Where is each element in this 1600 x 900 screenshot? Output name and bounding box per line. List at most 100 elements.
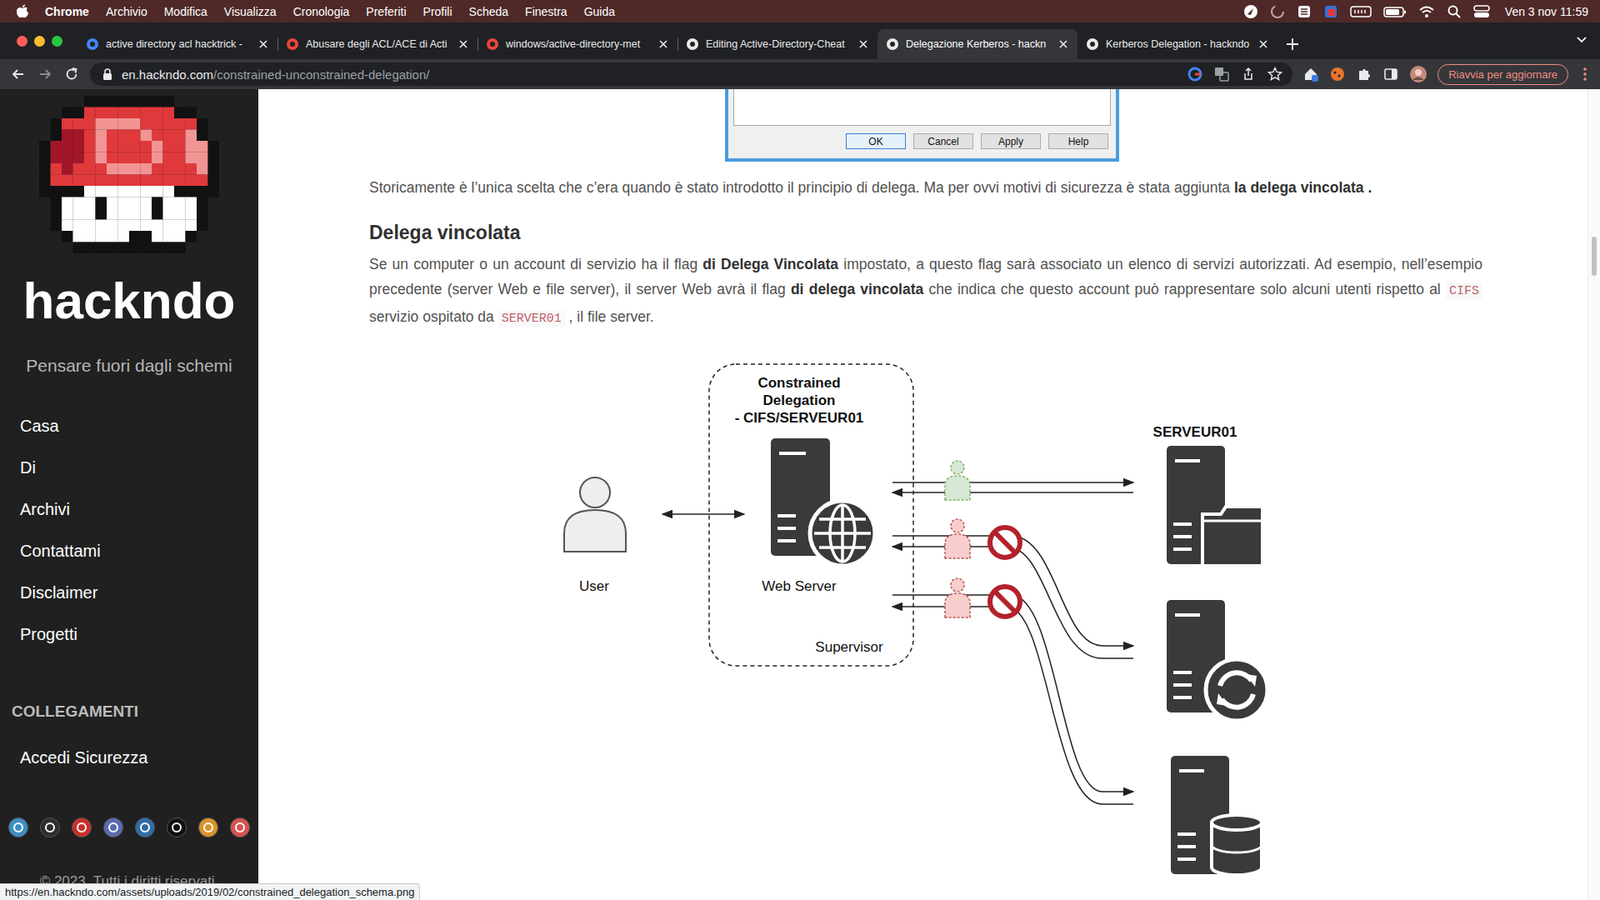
apple-icon[interactable] bbox=[16, 4, 29, 19]
menu-item[interactable]: Profili bbox=[423, 5, 453, 19]
nav-link[interactable]: Progetti bbox=[0, 613, 259, 655]
browser-tab[interactable]: active directory acl hacktrick - bbox=[77, 29, 278, 60]
user-icon bbox=[564, 477, 626, 552]
menu-item[interactable]: Modifica bbox=[164, 5, 208, 19]
site-tagline: Pensare fuori dagli schemi bbox=[0, 353, 259, 379]
nav-link[interactable]: Disclaimer bbox=[0, 571, 259, 614]
menu-item[interactable]: Guida bbox=[584, 5, 615, 19]
favicon-icon bbox=[85, 37, 100, 51]
menu-app[interactable]: Chrome bbox=[45, 5, 90, 19]
mushroom-logo-icon[interactable] bbox=[39, 95, 220, 254]
translate-icon[interactable] bbox=[1214, 66, 1230, 82]
browser-tab[interactable]: Editing Active-Directory-Cheat bbox=[677, 29, 878, 60]
close-tab-icon[interactable] bbox=[257, 38, 270, 50]
social-icon[interactable] bbox=[8, 817, 29, 838]
social-icon[interactable] bbox=[198, 817, 219, 838]
back-icon[interactable] bbox=[10, 65, 27, 83]
browser-tab[interactable]: windows/active-directory-met bbox=[477, 29, 678, 60]
control-center-icon[interactable] bbox=[1473, 4, 1490, 20]
social-icon[interactable] bbox=[230, 817, 250, 838]
favicon-icon bbox=[1085, 37, 1100, 51]
tab-search-icon[interactable] bbox=[1575, 32, 1589, 46]
bookmark-star-icon[interactable] bbox=[1267, 66, 1283, 82]
grid-icon[interactable] bbox=[1296, 4, 1312, 20]
dialog-screenshot: OKCancelApplyHelp bbox=[725, 89, 1120, 162]
nav-link[interactable]: Di bbox=[0, 446, 259, 489]
web-page: hackndo Pensare fuori dagli schemi CasaD… bbox=[0, 89, 1600, 900]
menu-item[interactable]: Scheda bbox=[469, 5, 509, 19]
wifi-icon[interactable] bbox=[1418, 4, 1435, 20]
social-icon[interactable] bbox=[40, 817, 60, 838]
box-title: Delegation bbox=[763, 392, 836, 409]
clock[interactable]: Ven 3 nov 11:59 bbox=[1505, 5, 1589, 19]
scrollbar-thumb[interactable] bbox=[1591, 236, 1597, 276]
browser-tab[interactable]: Abusare degli ACL/ACE di Acti bbox=[277, 29, 478, 60]
browser-tab[interactable]: Delegazione Kerberos - hackn bbox=[877, 29, 1078, 60]
scrollbar[interactable] bbox=[1587, 89, 1600, 900]
close-tab-icon[interactable] bbox=[657, 38, 670, 50]
close-window-button[interactable] bbox=[16, 35, 28, 47]
delegation-request bbox=[892, 519, 1134, 659]
reload-icon[interactable] bbox=[63, 65, 80, 83]
google-icon[interactable] bbox=[1187, 66, 1203, 82]
menu-item[interactable]: Visualizza bbox=[224, 5, 277, 19]
nav-link[interactable]: Casa bbox=[0, 405, 259, 447]
close-tab-icon[interactable] bbox=[1057, 38, 1070, 50]
close-tab-icon[interactable] bbox=[1257, 38, 1270, 50]
links-heading: COLLEGAMENTI bbox=[0, 699, 259, 725]
box-title: - CIFS/SERVEUR01 bbox=[735, 410, 865, 426]
social-icon[interactable] bbox=[135, 817, 155, 838]
zoom-window-button[interactable] bbox=[51, 35, 63, 47]
user-label: User bbox=[579, 578, 610, 595]
update-button[interactable]: Riavvia per aggiornare bbox=[1437, 64, 1569, 85]
dialog-button: Help bbox=[1048, 133, 1109, 150]
section-heading: Delega vincolata bbox=[369, 219, 1483, 246]
menu-item[interactable]: Cronologia bbox=[293, 5, 350, 19]
menu-bar: Chrome Archivio Modifica Visualizza Cronolo… bbox=[0, 0, 1600, 23]
display-icon[interactable] bbox=[1350, 4, 1372, 20]
dialog-button: OK bbox=[845, 133, 906, 150]
tab-bar: active directory acl hacktrick - Abusare… bbox=[0, 22, 1600, 60]
share-icon[interactable] bbox=[1240, 66, 1256, 82]
social-icon[interactable] bbox=[103, 817, 124, 838]
menu-kebab-icon[interactable] bbox=[1578, 65, 1592, 83]
address-bar[interactable]: en.hackndo.com/constrained-unconstrained… bbox=[90, 62, 1293, 86]
tab-label: Delegazione Kerberos - hackn bbox=[905, 38, 1051, 50]
social-icon[interactable] bbox=[166, 817, 187, 838]
nav-link[interactable]: Contattami bbox=[0, 530, 259, 572]
app-icon[interactable] bbox=[1323, 4, 1339, 20]
paragraph: Se un computer o un account di servizio … bbox=[369, 251, 1483, 332]
site-title[interactable]: hackndo bbox=[0, 271, 259, 330]
menu-item[interactable]: Archivio bbox=[105, 5, 148, 19]
database-server-icon bbox=[1170, 755, 1262, 875]
delegation-request bbox=[892, 578, 1134, 805]
status-icon[interactable] bbox=[1243, 4, 1259, 20]
extensions-puzzle-icon[interactable] bbox=[1355, 65, 1373, 83]
menu-item[interactable]: Finestra bbox=[525, 5, 568, 19]
extension-home-icon[interactable] bbox=[1302, 65, 1320, 83]
forward-icon[interactable] bbox=[36, 65, 54, 83]
profile-avatar-icon[interactable] bbox=[1409, 65, 1428, 84]
constrained-delegation-diagram[interactable]: ConstrainedDelegation- CIFS/SERVEUR01Web… bbox=[369, 359, 1478, 885]
close-tab-icon[interactable] bbox=[457, 38, 470, 50]
side-panel-icon[interactable] bbox=[1382, 65, 1400, 83]
lock-icon[interactable] bbox=[101, 67, 114, 81]
menu-item[interactable]: Preferiti bbox=[365, 5, 406, 19]
tab-label: windows/active-directory-met bbox=[505, 38, 651, 50]
social-icon[interactable] bbox=[71, 817, 92, 838]
article: OKCancelApplyHelp Storicamente è l’unica… bbox=[258, 89, 1588, 900]
search-icon[interactable] bbox=[1446, 4, 1462, 20]
web-server-icon bbox=[770, 438, 875, 566]
impersonated-user-icon bbox=[945, 460, 970, 500]
extension-cookie-icon[interactable] bbox=[1329, 65, 1346, 83]
close-tab-icon[interactable] bbox=[857, 38, 870, 50]
nav-link[interactable]: Archivi bbox=[0, 488, 259, 530]
dialog-button: Apply bbox=[980, 133, 1041, 150]
external-link[interactable]: Accedi Sicurezza bbox=[0, 740, 259, 775]
browser-tab[interactable]: Kerberos Delegation - hackndo bbox=[1077, 29, 1278, 60]
user-arrow bbox=[662, 513, 745, 515]
spinner-icon[interactable] bbox=[1270, 4, 1285, 20]
new-tab-icon[interactable] bbox=[1284, 35, 1301, 53]
impersonated-user-icon bbox=[945, 519, 970, 559]
minimize-window-button[interactable] bbox=[34, 35, 45, 47]
